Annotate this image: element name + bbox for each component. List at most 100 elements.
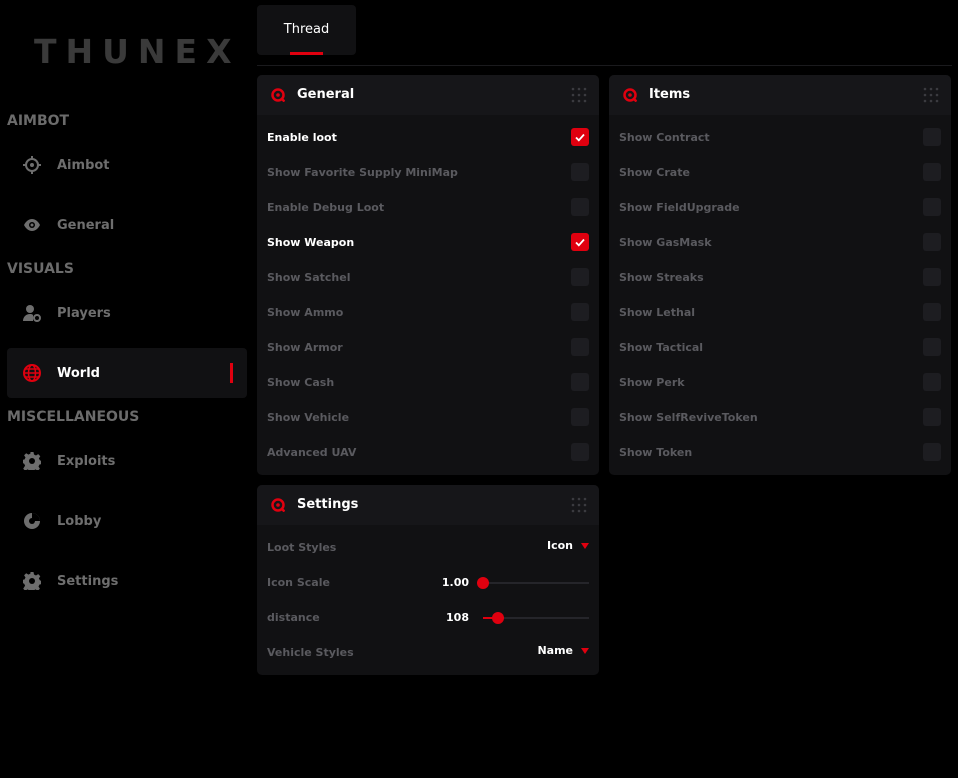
sidebar-item-label: General xyxy=(57,217,115,233)
checkbox[interactable] xyxy=(571,338,589,356)
tab-divider xyxy=(257,65,952,66)
checkbox[interactable] xyxy=(923,233,941,251)
drag-grip-icon[interactable] xyxy=(571,87,587,103)
checkbox-label: Show Ammo xyxy=(267,306,344,319)
caret-down-icon xyxy=(581,542,589,549)
checkbox[interactable] xyxy=(923,373,941,391)
checkbox-label: Show Tactical xyxy=(619,341,704,354)
sidebar-item-exploits[interactable]: Exploits xyxy=(7,436,247,486)
checkbox[interactable] xyxy=(571,233,589,251)
checkbox-label: Show Contract xyxy=(619,131,710,144)
checkbox[interactable] xyxy=(571,163,589,181)
section-aimbot: AIMBOT xyxy=(7,113,70,129)
sidebar-item-label: Exploits xyxy=(57,453,116,469)
sidebar-item-general[interactable]: General xyxy=(7,200,247,250)
checkbox[interactable] xyxy=(923,268,941,286)
globe-icon xyxy=(23,364,41,382)
gear-icon xyxy=(23,572,41,590)
eye-icon xyxy=(24,219,40,231)
tab-thread[interactable]: Thread xyxy=(257,5,356,55)
checkbox[interactable] xyxy=(923,408,941,426)
checkbox[interactable] xyxy=(923,338,941,356)
checkbox[interactable] xyxy=(923,128,941,146)
active-indicator xyxy=(230,363,233,383)
checkbox-label: Show Token xyxy=(619,446,693,459)
gear-icon xyxy=(23,452,41,470)
checkbox[interactable] xyxy=(571,198,589,216)
vehicle-styles-dropdown[interactable]: Name xyxy=(537,644,589,657)
setting-label: Icon Scale xyxy=(267,576,330,589)
checkbox-label: Show Streaks xyxy=(619,271,704,284)
panel-logo-icon xyxy=(623,88,637,102)
setting-label: Vehicle Styles xyxy=(267,646,354,659)
panel-logo-icon xyxy=(271,498,285,512)
checkbox-row: Enable loot xyxy=(267,128,589,148)
checkbox-row: Show Vehicle xyxy=(267,408,589,428)
checkbox-row: Show FieldUpgrade xyxy=(619,198,941,218)
checkbox-row: Show Tactical xyxy=(619,338,941,358)
section-visuals: VISUALS xyxy=(7,261,74,277)
checkmark-icon xyxy=(575,238,585,247)
checkbox-row: Advanced UAV xyxy=(267,443,589,463)
checkbox[interactable] xyxy=(571,373,589,391)
checkbox-label: Show Vehicle xyxy=(267,411,350,424)
checkbox[interactable] xyxy=(923,443,941,461)
user-gear-icon xyxy=(23,305,41,322)
lobby-icon xyxy=(24,513,40,529)
checkbox[interactable] xyxy=(923,163,941,181)
checkbox-row: Show Weapon xyxy=(267,233,589,253)
sidebar-item-label: Settings xyxy=(57,573,119,589)
sidebar-item-aimbot[interactable]: Aimbot xyxy=(7,140,247,190)
general-panel: General Enable loot Show Favorite Supply … xyxy=(257,75,599,475)
icon-scale-row: Icon Scale 1.00 xyxy=(267,573,589,593)
app-logo: THUNEX xyxy=(34,32,241,71)
items-panel: Items Show Contract Show Crate Show FieldU… xyxy=(609,75,951,475)
sidebar-item-label: Players xyxy=(57,305,111,321)
checkbox-label: Show Favorite Supply MiniMap xyxy=(267,166,458,179)
checkbox[interactable] xyxy=(571,303,589,321)
checkbox-label: Show GasMask xyxy=(619,236,712,249)
checkbox-row: Enable Debug Loot xyxy=(267,198,589,218)
checkbox[interactable] xyxy=(571,443,589,461)
checkmark-icon xyxy=(575,133,585,142)
loot-styles-dropdown[interactable]: Icon xyxy=(547,539,589,552)
slider-knob[interactable] xyxy=(477,577,489,589)
slider-value: 1.00 xyxy=(441,576,469,589)
slider-knob[interactable] xyxy=(491,612,504,624)
checkbox-row: Show Perk xyxy=(619,373,941,393)
checkbox-row: Show Contract xyxy=(619,128,941,148)
tab-underline xyxy=(290,52,323,55)
sidebar-item-world[interactable]: World xyxy=(7,348,247,398)
checkbox-label: Show SelfReviveToken xyxy=(619,411,758,424)
sidebar-item-label: Aimbot xyxy=(57,157,110,173)
settings-panel: Settings Loot Styles Icon Icon Scale 1.0… xyxy=(257,485,599,675)
panel-logo-icon xyxy=(271,88,285,102)
checkbox[interactable] xyxy=(571,408,589,426)
checkbox-row: Show Favorite Supply MiniMap xyxy=(267,163,589,183)
panel-title: Settings xyxy=(297,497,359,512)
checkbox[interactable] xyxy=(571,268,589,286)
checkbox[interactable] xyxy=(571,128,589,146)
panel-header: Settings xyxy=(257,485,599,525)
sidebar-item-label: Lobby xyxy=(57,513,102,529)
icon-scale-slider[interactable] xyxy=(477,577,589,589)
checkbox[interactable] xyxy=(923,198,941,216)
checkbox-row: Show Armor xyxy=(267,338,589,358)
checkbox-row: Show Crate xyxy=(619,163,941,183)
distance-slider[interactable] xyxy=(483,612,589,624)
caret-down-icon xyxy=(581,647,589,654)
drag-grip-icon[interactable] xyxy=(571,497,587,513)
checkbox-label: Show Lethal xyxy=(619,306,696,319)
drag-grip-icon[interactable] xyxy=(923,87,939,103)
checkbox-row: Show Cash xyxy=(267,373,589,393)
setting-label: distance xyxy=(267,611,320,624)
checkbox[interactable] xyxy=(923,303,941,321)
sidebar-item-players[interactable]: Players xyxy=(7,288,247,338)
checkbox-label: Show Satchel xyxy=(267,271,351,284)
checkbox-row: Show Streaks xyxy=(619,268,941,288)
panel-title: General xyxy=(297,87,355,102)
sidebar-item-settings[interactable]: Settings xyxy=(7,556,247,606)
sidebar-item-lobby[interactable]: Lobby xyxy=(7,496,247,546)
checkbox-row: Show GasMask xyxy=(619,233,941,253)
crosshair-icon xyxy=(23,156,41,174)
